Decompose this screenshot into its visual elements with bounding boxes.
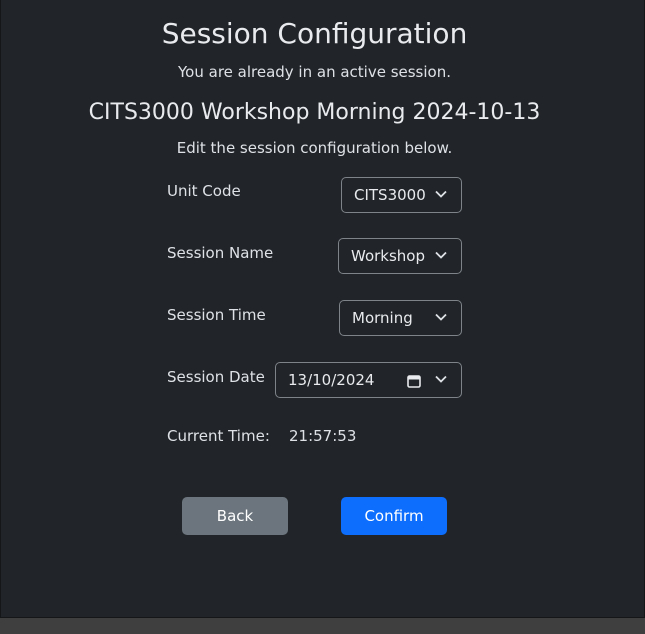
session-time-value: Morning (352, 309, 413, 327)
session-name-select[interactable]: Workshop (338, 238, 462, 274)
chevron-down-icon[interactable] (435, 375, 447, 383)
session-config-panel: Session Configuration You are already in… (0, 0, 645, 618)
session-time-label: Session Time (167, 306, 266, 324)
session-time-select[interactable]: Morning (339, 300, 462, 336)
back-button[interactable]: Back (182, 497, 288, 535)
unit-code-value: CITS3000 (354, 186, 426, 204)
chevron-down-icon (435, 190, 447, 198)
calendar-icon[interactable] (407, 374, 421, 388)
bottom-bar (0, 618, 645, 634)
current-time-label: Current Time: (167, 427, 270, 445)
edit-notice: Edit the session configuration below. (176, 139, 453, 157)
page-title: Session Configuration (161, 17, 468, 50)
unit-code-label: Unit Code (167, 182, 241, 200)
current-time-value: 21:57:53 (289, 427, 357, 445)
chevron-down-icon (435, 251, 447, 259)
session-name-value: Workshop (351, 247, 426, 265)
session-date-input[interactable]: 13/10/2024 (275, 362, 462, 398)
session-heading: CITS3000 Workshop Morning 2024-10-13 (88, 100, 541, 125)
confirm-button[interactable]: Confirm (341, 497, 447, 535)
chevron-down-icon (435, 313, 447, 321)
session-date-label: Session Date (167, 368, 265, 386)
session-date-value: 13/10/2024 (288, 371, 375, 389)
unit-code-select[interactable]: CITS3000 (341, 177, 462, 213)
active-session-notice: You are already in an active session. (178, 63, 451, 81)
session-name-label: Session Name (167, 244, 274, 262)
